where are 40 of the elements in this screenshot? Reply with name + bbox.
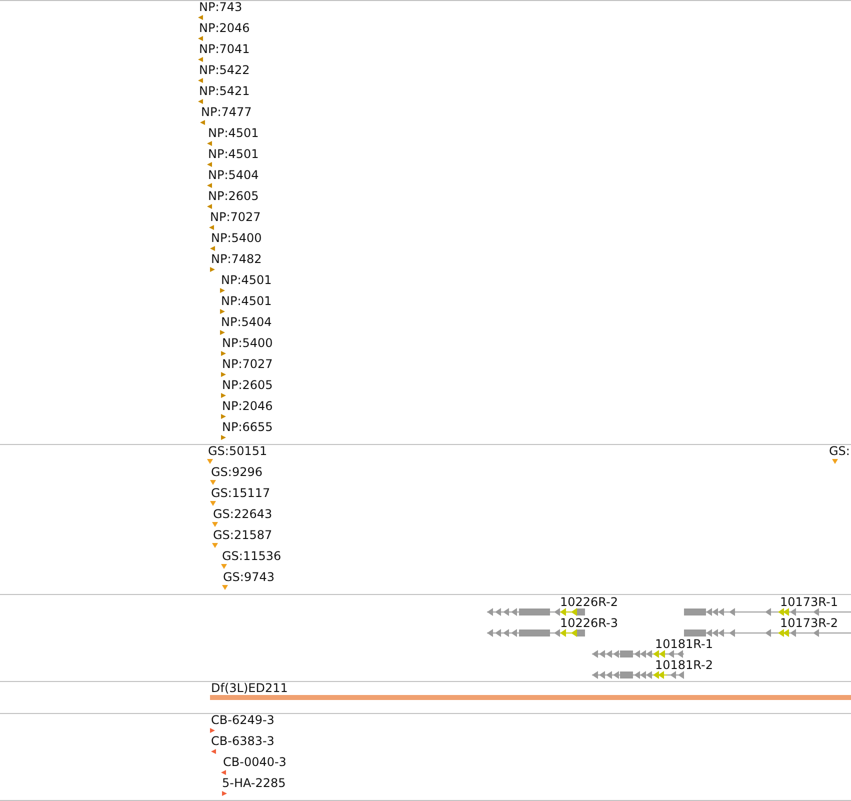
feature-label: NP:5404 [208,169,259,182]
feature-label: NP:5422 [199,64,250,77]
feature-label: GS:9743 [223,571,274,584]
feature-label: GS:21587 [213,529,272,542]
feature-label: NP:4501 [221,295,272,308]
feature-label: NP:7482 [211,253,262,266]
transcript-label: 10226R-3 [560,617,618,630]
feature-label: NP:2046 [222,400,273,413]
feature-label: GS: [829,445,850,458]
feature-label: GS:9296 [211,466,262,479]
feature-label: NP:7477 [201,106,252,119]
feature-label: CB-6383-3 [211,735,274,748]
feature-label: NP:7027 [222,358,273,371]
transcript-label: 10226R-2 [560,596,618,609]
transcript-label: 10173R-2 [780,617,838,630]
feature-label: GS:50151 [208,445,268,458]
feature-label: NP:5404 [221,316,272,329]
feature-label: GS:15117 [211,487,270,500]
feature-label: NP:5400 [211,232,262,245]
feature-label: GS:22643 [213,508,272,521]
feature-label: NP:7041 [199,43,250,56]
transcript-label: 10181R-1 [655,638,713,651]
feature-label: NP:4501 [221,274,272,287]
feature-label: NP:743 [199,1,242,14]
feature-label: Df(3L)ED211 [211,682,288,695]
feature-label: NP:2605 [222,379,273,392]
feature-label: NP:7027 [210,211,261,224]
transcript-label: 10173R-1 [780,596,838,609]
feature-label: NP:4501 [208,127,259,140]
feature-label: CB-6249-3 [211,714,274,727]
feature-label: NP:5421 [199,85,250,98]
transcript-label: 10181R-2 [655,659,713,672]
feature-label: NP:5400 [222,337,273,350]
feature-label: NP:2605 [208,190,259,203]
feature-label: NP:4501 [208,148,259,161]
feature-label: GS:11536 [222,550,282,563]
feature-label: NP:2046 [199,22,250,35]
feature-label: CB-0040-3 [223,756,286,769]
feature-label: 5-HA-2285 [222,777,286,790]
feature-label: NP:6655 [222,421,273,434]
